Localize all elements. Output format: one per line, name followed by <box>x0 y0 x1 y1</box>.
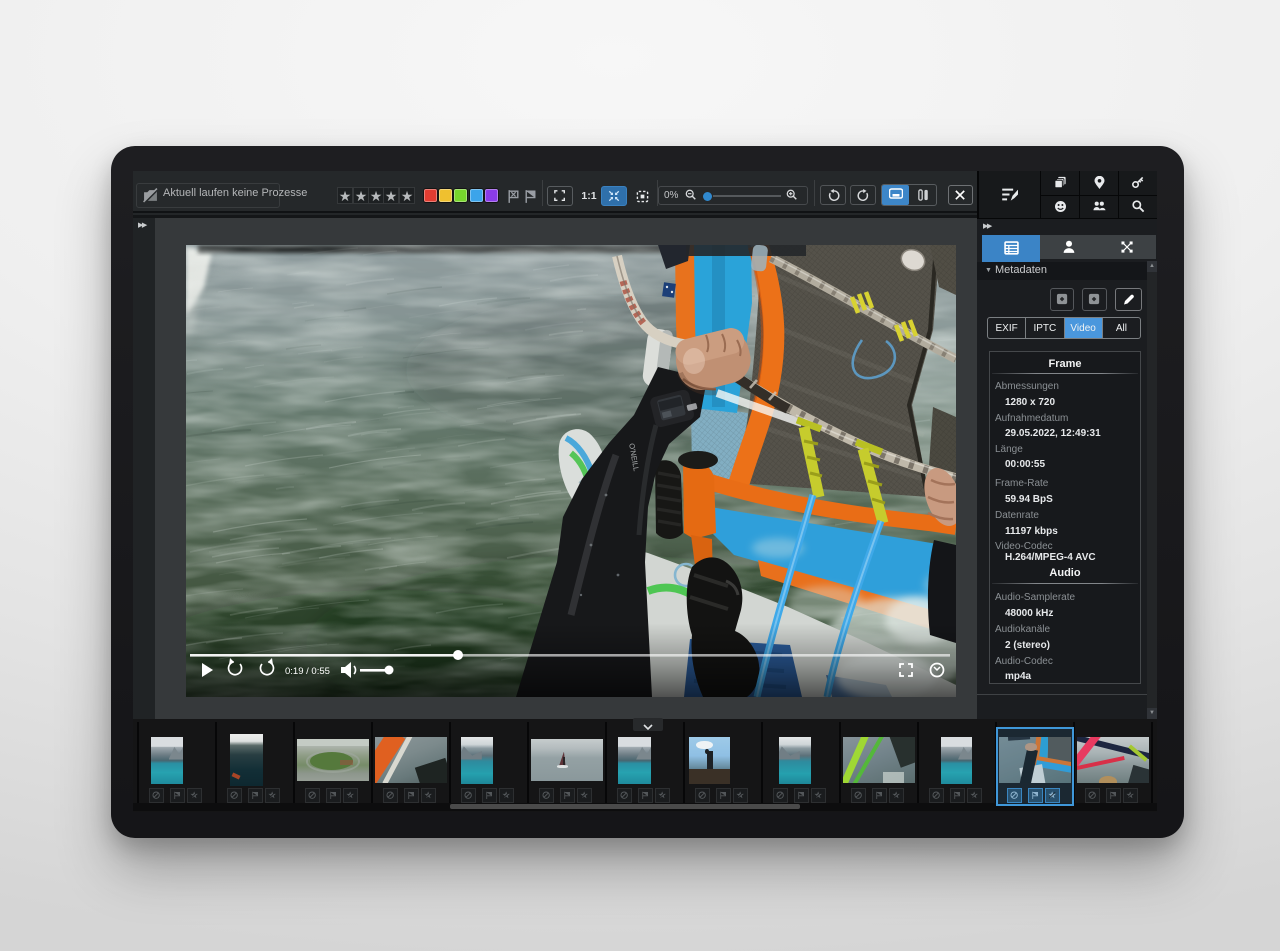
svg-text:0:19 / 0:55: 0:19 / 0:55 <box>285 666 330 677</box>
